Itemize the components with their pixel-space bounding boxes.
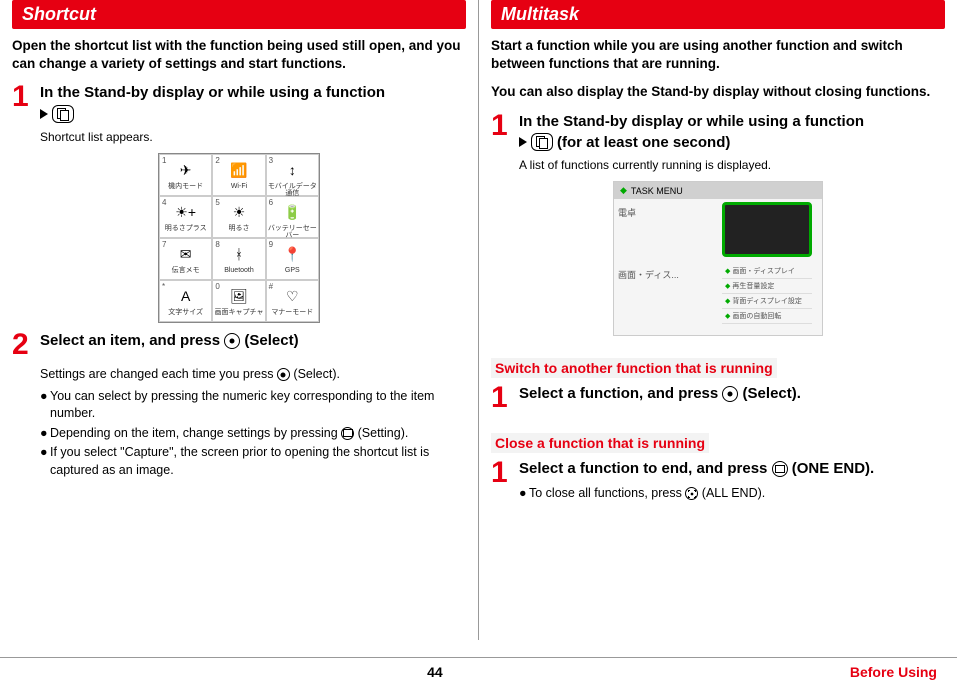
multitask-intro2: You can also display the Stand-by displa… bbox=[491, 83, 945, 101]
camera-key-icon bbox=[341, 427, 354, 440]
grid-cell: 0🖼画面キャプチャ bbox=[212, 280, 265, 322]
grid-cell: 4☀+明るさプラス bbox=[159, 196, 212, 238]
step2-sub: Settings are changed each time you press… bbox=[40, 366, 466, 384]
grid-cell: 3↕モバイルデータ通信 bbox=[266, 154, 319, 196]
step-number: 1 bbox=[491, 459, 519, 504]
page-number: 44 bbox=[427, 664, 443, 680]
center-key-icon bbox=[722, 386, 738, 402]
mt-step-1: 1 In the Stand-by display or while using… bbox=[491, 112, 945, 174]
shortcut-header: Shortcut bbox=[12, 0, 466, 29]
step-2: 2 Select an item, and press (Select) bbox=[12, 331, 466, 358]
center-key-icon bbox=[224, 333, 240, 349]
multitask-header: Multitask bbox=[491, 0, 945, 29]
step1-sub: Shortcut list appears. bbox=[40, 129, 466, 145]
sub2-title: Select a function to end, and press (ONE… bbox=[519, 459, 945, 479]
grid-cell: 7✉伝言メモ bbox=[159, 238, 212, 280]
sub-close-header: Close a function that is running bbox=[491, 433, 709, 453]
shortcut-grid-screenshot: 1✈機内モード2📶Wi-Fi3↕モバイルデータ通信 4☀+明るさプラス5☀明るさ6… bbox=[158, 153, 320, 323]
grid-cell: 2📶Wi-Fi bbox=[212, 154, 265, 196]
step-number: 1 bbox=[12, 83, 40, 145]
shortcut-intro: Open the shortcut list with the function… bbox=[12, 37, 466, 73]
sub-switch-header: Switch to another function that is runni… bbox=[491, 358, 777, 378]
step-1: 1 In the Stand-by display or while using… bbox=[12, 83, 466, 145]
right-column: Multitask Start a function while you are… bbox=[479, 0, 957, 640]
arrow-icon bbox=[519, 137, 527, 147]
grid-cell: 1✈機内モード bbox=[159, 154, 212, 196]
grid-cell: 5☀明るさ bbox=[212, 196, 265, 238]
center-key-icon bbox=[277, 368, 290, 381]
step2-details: Settings are changed each time you press… bbox=[40, 366, 466, 479]
step2-title: Select an item, and press (Select) bbox=[40, 331, 466, 351]
task-menu-screenshot: ◆TASK MENU 電卓 画面・ディス... ◆画面・ディスプレイ◆再生音量設… bbox=[613, 181, 823, 336]
grid-cell: 6🔋バッテリーセーバー bbox=[266, 196, 319, 238]
sub1-step: 1 Select a function, and press (Select). bbox=[491, 384, 945, 411]
step-number: 2 bbox=[12, 331, 40, 358]
multitask-intro1: Start a function while you are using ano… bbox=[491, 37, 945, 73]
arrow-icon bbox=[40, 109, 48, 119]
mt-step1-sub: A list of functions currently running is… bbox=[519, 157, 945, 173]
step1-action bbox=[40, 105, 466, 123]
mt-step1-title: In the Stand-by display or while using a… bbox=[519, 112, 945, 132]
left-column: Shortcut Open the shortcut list with the… bbox=[0, 0, 478, 640]
grid-cell: #♡マナーモード bbox=[266, 280, 319, 322]
page-footer: 44 Before Using bbox=[0, 657, 957, 680]
menu-key-icon bbox=[685, 487, 698, 500]
step-number: 1 bbox=[491, 384, 519, 411]
grid-cell: *A文字サイズ bbox=[159, 280, 212, 322]
step1-title: In the Stand-by display or while using a… bbox=[40, 83, 466, 103]
grid-cell: 8ᚼBluetooth bbox=[212, 238, 265, 280]
tv-key-icon bbox=[772, 461, 788, 477]
task-highlight bbox=[722, 202, 812, 257]
grid-cell: 9📍GPS bbox=[266, 238, 319, 280]
multitask-key-icon bbox=[52, 105, 74, 123]
task-header: ◆TASK MENU bbox=[614, 182, 822, 199]
step-number: 1 bbox=[491, 112, 519, 174]
section-name: Before Using bbox=[850, 664, 937, 680]
sub1-title: Select a function, and press (Select). bbox=[519, 384, 945, 404]
multitask-key-icon bbox=[531, 133, 553, 151]
sub2-step: 1 Select a function to end, and press (O… bbox=[491, 459, 945, 504]
mt-step1-action: (for at least one second) bbox=[519, 133, 945, 151]
task-list: ◆画面・ディスプレイ◆再生音量設定◆背面ディスプレイ設定◆画面の自動回転 bbox=[722, 264, 812, 324]
